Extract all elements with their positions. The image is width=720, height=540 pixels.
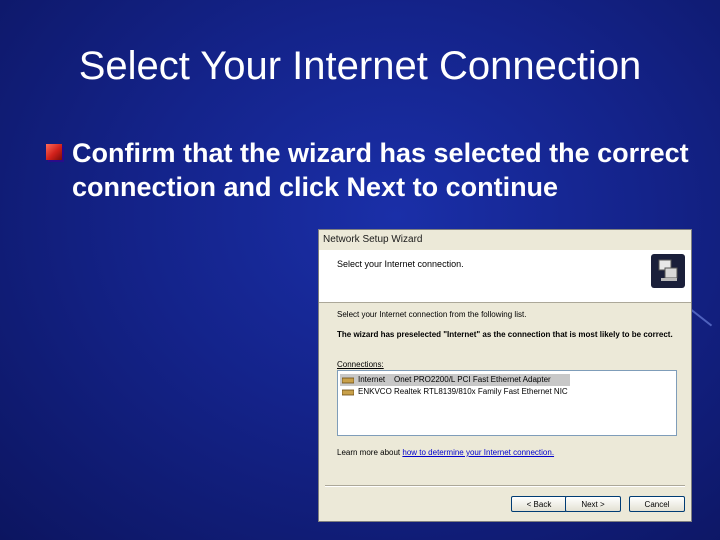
wizard-header: Select your Internet connection. (319, 250, 691, 303)
learn-more-link[interactable]: how to determine your Internet connectio… (402, 448, 554, 457)
back-button[interactable]: < Back (511, 496, 567, 512)
connection-device: Realtek RTL8139/810x Family Fast Etherne… (394, 387, 568, 396)
connection-device: Onet PRO2200/L PCI Fast Ethernet Adapter (394, 375, 551, 384)
network-setup-wizard-window: Network Setup Wizard Select your Interne… (318, 229, 692, 522)
bullet-text: Confirm that the wizard has selected the… (72, 138, 689, 202)
cancel-button[interactable]: Cancel (629, 496, 685, 512)
learn-more-text: Learn more about how to determine your I… (337, 448, 554, 457)
connections-label: Connections: (337, 360, 384, 369)
network-adapter-icon (342, 377, 354, 384)
connection-name: Internet (358, 375, 386, 384)
preselected-note: The wizard has preselected "Internet" as… (337, 330, 673, 339)
wizard-header-title: Select your Internet connection. (337, 259, 464, 269)
connections-list[interactable]: Internet Onet PRO2200/L PCI Fast Etherne… (337, 370, 677, 436)
network-computers-icon (651, 254, 685, 288)
network-adapter-icon (342, 389, 354, 396)
slide-title: Select Your Internet Connection (78, 44, 642, 88)
square-bullet-icon (46, 144, 62, 160)
window-title: Network Setup Wizard (319, 230, 691, 251)
learn-more-prefix: Learn more about (337, 448, 401, 457)
footer-divider (325, 485, 685, 487)
next-button[interactable]: Next > (565, 496, 621, 512)
list-item[interactable]: Internet Onet PRO2200/L PCI Fast Etherne… (340, 374, 570, 386)
connection-name: ENKVCO (358, 387, 392, 396)
list-item[interactable]: ENKVCO Realtek RTL8139/810x Family Fast … (340, 386, 570, 398)
instruction-text: Select your Internet connection from the… (337, 310, 527, 319)
